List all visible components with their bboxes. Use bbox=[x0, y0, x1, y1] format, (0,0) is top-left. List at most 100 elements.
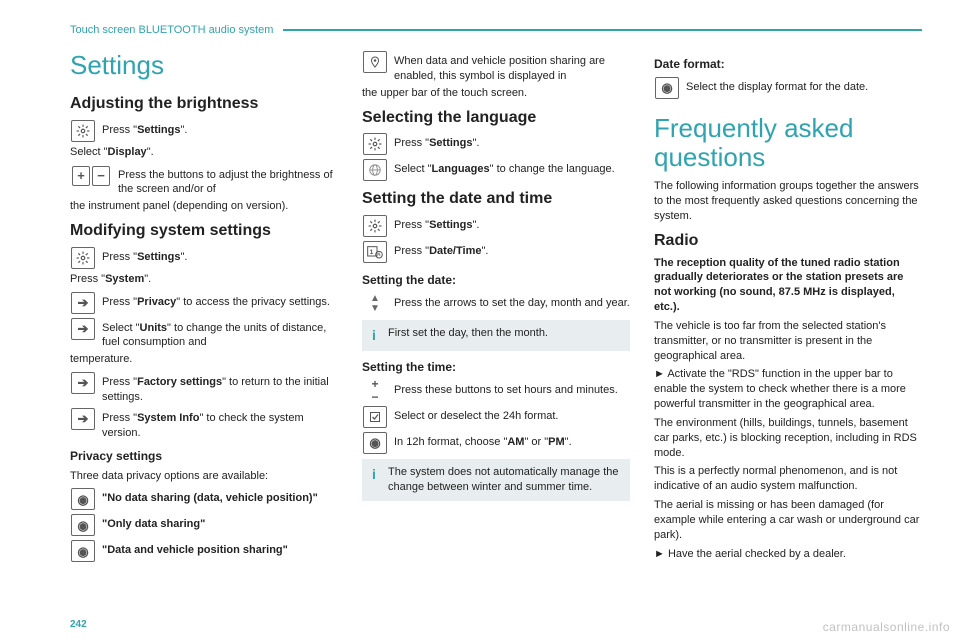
column-1: Settings Adjusting the brightness Press … bbox=[70, 48, 338, 566]
svg-text:1: 1 bbox=[370, 249, 374, 256]
step-row: Press "Settings". bbox=[362, 132, 630, 156]
step-text: In 12h format, choose "AM" or "PM". bbox=[394, 431, 630, 450]
arrow-right-icon: ➔ bbox=[70, 317, 96, 341]
datetime-heading: Setting the date and time bbox=[362, 188, 630, 210]
arrow-right-icon: ➔ bbox=[70, 291, 96, 315]
step-row: Press "Settings". bbox=[70, 246, 338, 270]
language-heading: Selecting the language bbox=[362, 107, 630, 129]
plus-minus-icon: +− bbox=[70, 164, 112, 188]
step-text: Press "Date/Time". bbox=[394, 240, 630, 259]
watermark: carmanualsonline.info bbox=[823, 620, 950, 634]
body-text: The environment (hills, buildings, tunne… bbox=[654, 416, 922, 461]
step-text: Press "Settings". bbox=[394, 132, 630, 151]
body-text: the instrument panel (depending on versi… bbox=[70, 199, 338, 214]
info-icon: i bbox=[366, 326, 382, 345]
column-3: Date format: ◉ Select the display format… bbox=[654, 48, 922, 566]
radio-icon: ◉ bbox=[70, 487, 96, 511]
step-text: "Data and vehicle position sharing" bbox=[102, 539, 338, 558]
info-text: The system does not automatically manage… bbox=[388, 465, 624, 495]
gear-icon bbox=[362, 214, 388, 238]
step-text: Press the arrows to set the day, month a… bbox=[394, 292, 630, 311]
header-rule bbox=[283, 29, 922, 31]
step-text: Select "Units" to change the units of di… bbox=[102, 317, 338, 351]
step-row: ◉ "Data and vehicle position sharing" bbox=[70, 539, 338, 563]
body-text: Select "Display". bbox=[70, 145, 338, 160]
step-row: +− Press these buttons to set hours and … bbox=[362, 379, 630, 403]
info-icon: i bbox=[366, 465, 382, 484]
body-text: ► Have the aerial checked by a dealer. bbox=[654, 547, 922, 562]
step-row: +− Press the buttons to adjust the brigh… bbox=[70, 164, 338, 198]
step-row: ➔ Press "Privacy" to access the privacy … bbox=[70, 291, 338, 315]
step-text: Press "Factory settings" to return to th… bbox=[102, 371, 338, 405]
step-text: Press "Settings". bbox=[394, 214, 630, 233]
step-row: When data and vehicle position sharing a… bbox=[362, 50, 630, 84]
body-text: Three data privacy options are available… bbox=[70, 469, 338, 484]
step-text: Select "Languages" to change the languag… bbox=[394, 158, 630, 177]
step-row: Select or deselect the 24h format. bbox=[362, 405, 630, 429]
system-settings-heading: Modifying system settings bbox=[70, 220, 338, 242]
info-box: i First set the day, then the month. bbox=[362, 320, 630, 351]
gear-icon bbox=[70, 119, 96, 143]
body-text: the upper bar of the touch screen. bbox=[362, 86, 630, 101]
radio-icon: ◉ bbox=[654, 76, 680, 100]
globe-icon bbox=[362, 158, 388, 182]
step-text: Press the buttons to adjust the brightne… bbox=[118, 164, 338, 198]
body-text: The aerial is missing or has been damage… bbox=[654, 498, 922, 543]
arrow-right-icon: ➔ bbox=[70, 407, 96, 431]
calendar-clock-icon: 1 bbox=[362, 240, 388, 264]
step-text: Press "Privacy" to access the privacy se… bbox=[102, 291, 338, 310]
step-text: "No data sharing (data, vehicle position… bbox=[102, 487, 338, 506]
step-row: ▲▼ Press the arrows to set the day, mont… bbox=[362, 292, 630, 316]
step-text: Press these buttons to set hours and min… bbox=[394, 379, 630, 398]
setting-date-heading: Setting the date: bbox=[362, 272, 630, 288]
content-columns: Settings Adjusting the brightness Press … bbox=[70, 48, 922, 566]
step-text: When data and vehicle position sharing a… bbox=[394, 50, 630, 84]
date-format-heading: Date format: bbox=[654, 56, 922, 72]
location-pin-icon bbox=[362, 50, 388, 74]
step-text: "Only data sharing" bbox=[102, 513, 338, 532]
info-box: i The system does not automatically mana… bbox=[362, 459, 630, 501]
step-text: Select or deselect the 24h format. bbox=[394, 405, 630, 424]
column-2: When data and vehicle position sharing a… bbox=[362, 48, 630, 566]
body-text: The reception quality of the tuned radio… bbox=[654, 256, 922, 315]
radio-icon: ◉ bbox=[70, 539, 96, 563]
step-row: ◉ Select the display format for the date… bbox=[654, 76, 922, 100]
plus-minus-stack-icon: +− bbox=[362, 379, 388, 403]
step-row: ◉ "Only data sharing" bbox=[70, 513, 338, 537]
step-row: Press "Settings". bbox=[362, 214, 630, 238]
manual-page: Touch screen BLUETOOTH audio system Sett… bbox=[0, 0, 960, 640]
info-text: First set the day, then the month. bbox=[388, 326, 624, 341]
body-text: ► Activate the "RDS" function in the upp… bbox=[654, 367, 922, 412]
radio-heading: Radio bbox=[654, 230, 922, 252]
header-title: Touch screen BLUETOOTH audio system bbox=[70, 24, 273, 36]
checkbox-icon bbox=[362, 405, 388, 429]
step-row: Select "Languages" to change the languag… bbox=[362, 158, 630, 182]
step-row: Press "Settings". bbox=[70, 119, 338, 143]
step-row: ◉ "No data sharing (data, vehicle positi… bbox=[70, 487, 338, 511]
gear-icon bbox=[362, 132, 388, 156]
setting-time-heading: Setting the time: bbox=[362, 359, 630, 375]
step-row: 1 Press "Date/Time". bbox=[362, 240, 630, 264]
radio-icon: ◉ bbox=[362, 431, 388, 455]
step-text: Press "System Info" to check the system … bbox=[102, 407, 338, 441]
arrows-up-down-icon: ▲▼ bbox=[362, 292, 388, 316]
body-text: temperature. bbox=[70, 352, 338, 367]
arrow-right-icon: ➔ bbox=[70, 371, 96, 395]
body-text: The vehicle is too far from the selected… bbox=[654, 319, 922, 364]
brightness-heading: Adjusting the brightness bbox=[70, 93, 338, 115]
body-text: This is a perfectly normal phenomenon, a… bbox=[654, 464, 922, 494]
settings-heading: Settings bbox=[70, 48, 338, 83]
step-row: ➔ Press "Factory settings" to return to … bbox=[70, 371, 338, 405]
page-header: Touch screen BLUETOOTH audio system bbox=[70, 24, 922, 36]
step-row: ◉ In 12h format, choose "AM" or "PM". bbox=[362, 431, 630, 455]
step-row: ➔ Select "Units" to change the units of … bbox=[70, 317, 338, 351]
step-row: ➔ Press "System Info" to check the syste… bbox=[70, 407, 338, 441]
gear-icon bbox=[70, 246, 96, 270]
privacy-heading: Privacy settings bbox=[70, 448, 338, 464]
step-text: Select the display format for the date. bbox=[686, 76, 922, 95]
step-text: Press "Settings". bbox=[102, 246, 338, 265]
faq-heading: Frequently asked questions bbox=[654, 114, 922, 171]
body-text: The following information groups togethe… bbox=[654, 179, 922, 224]
body-text: Press "System". bbox=[70, 272, 338, 287]
step-text: Press "Settings". bbox=[102, 119, 338, 138]
